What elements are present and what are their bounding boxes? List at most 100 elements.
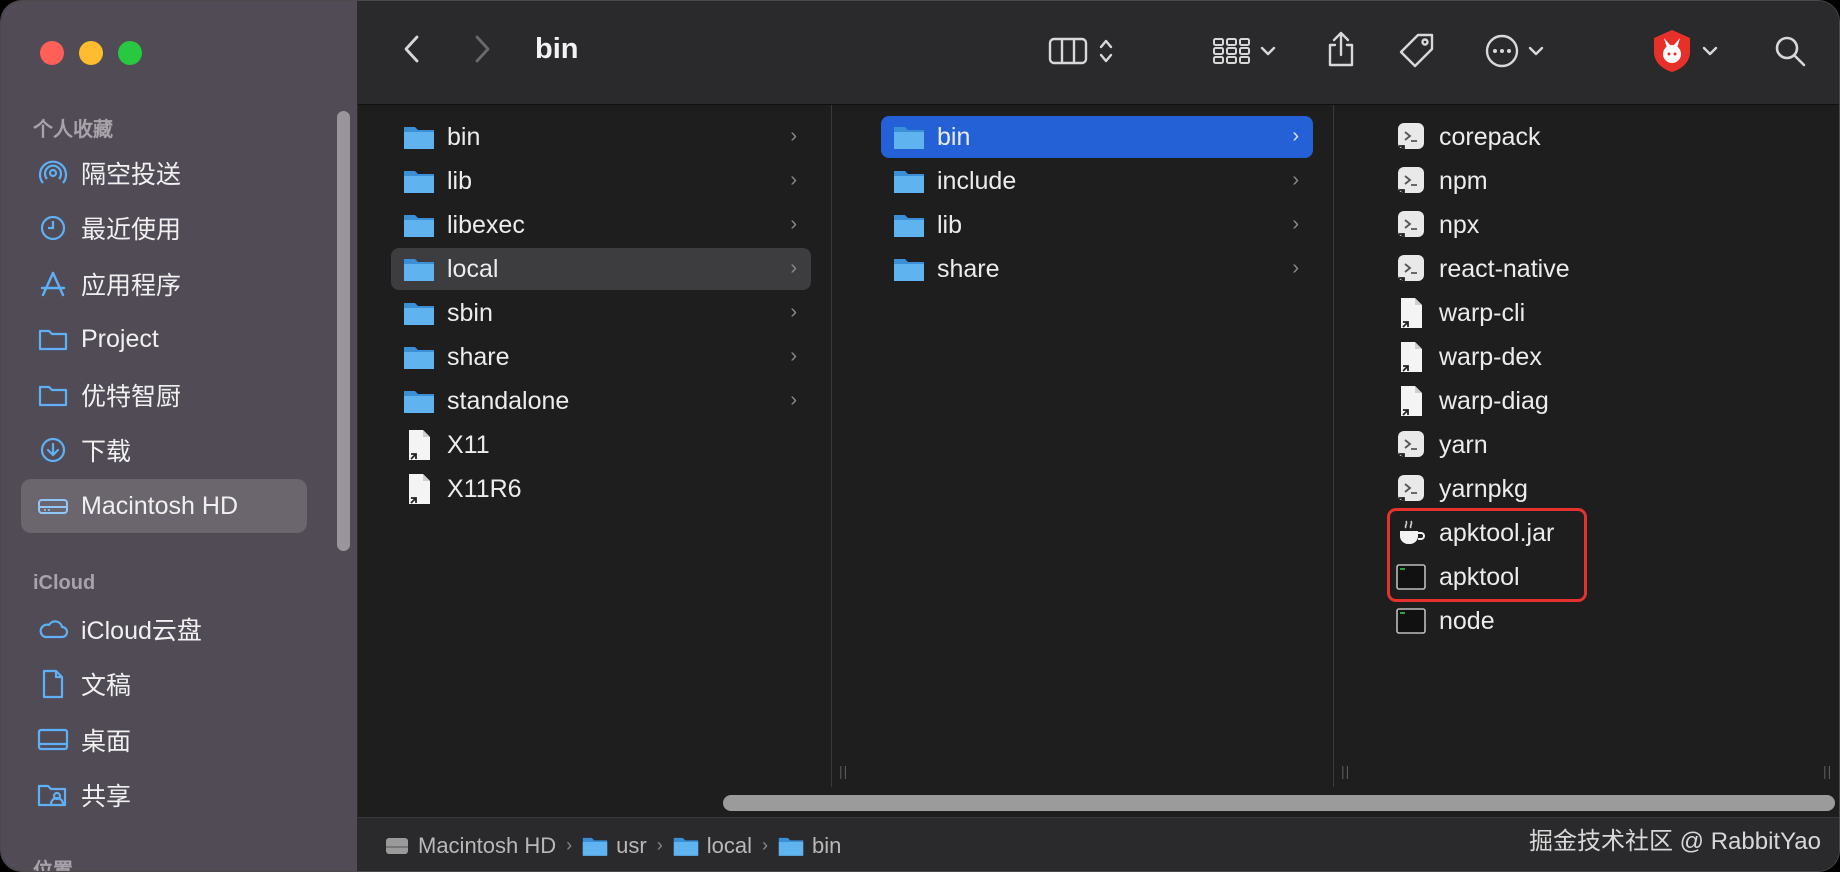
item-name: lib bbox=[447, 166, 473, 195]
path-crumb-usr[interactable]: usr bbox=[582, 833, 647, 859]
zoom-button[interactable] bbox=[118, 41, 142, 65]
list-item[interactable]: X11 bbox=[391, 424, 811, 466]
sidebar-item-label: 优特智厨 bbox=[81, 383, 182, 411]
sidebar-item-desktop[interactable]: 桌面 bbox=[21, 713, 307, 767]
item-name: corepack bbox=[1439, 122, 1541, 151]
sidebar-section-locations-header: 位置 bbox=[33, 860, 73, 872]
chevron-right-icon: › bbox=[761, 835, 768, 855]
column-1[interactable]: bin › lib › libexec › local › sbin › sha… bbox=[371, 105, 831, 787]
column-divider[interactable] bbox=[831, 105, 832, 787]
chevron-right-icon: › bbox=[1292, 169, 1299, 191]
view-mode-button[interactable] bbox=[1038, 33, 1124, 73]
item-name: local bbox=[447, 254, 499, 283]
toolbar: bin bbox=[358, 1, 1839, 105]
harddrive-icon bbox=[384, 834, 410, 858]
close-button[interactable] bbox=[40, 41, 64, 65]
list-item[interactable]: npm bbox=[1383, 160, 1813, 202]
item-name: include bbox=[937, 166, 1017, 195]
window-title: bin bbox=[535, 33, 579, 65]
chevron-left-icon bbox=[402, 34, 420, 69]
column-3[interactable]: corepack npm npx react-native warp-cli w… bbox=[1363, 105, 1839, 787]
tags-button[interactable] bbox=[1395, 31, 1439, 75]
sidebar: 个人收藏 隔空投送 最近使用 应用程序 Project 优特智厨 下载 Maci… bbox=[1, 1, 358, 872]
column-divider[interactable] bbox=[1333, 105, 1334, 787]
chevron-right-icon: › bbox=[790, 213, 797, 235]
sidebar-item-label: 最近使用 bbox=[81, 216, 182, 244]
list-item[interactable]: bin › bbox=[391, 116, 811, 158]
column-resize-handle[interactable]: || bbox=[839, 763, 848, 779]
sidebar-item-macintosh-hd[interactable]: Macintosh HD bbox=[21, 479, 307, 533]
forward-button[interactable] bbox=[468, 31, 498, 71]
sidebar-item-airdrop[interactable]: 隔空投送 bbox=[21, 146, 307, 200]
window-controls bbox=[40, 41, 142, 65]
item-name: node bbox=[1439, 606, 1495, 635]
group-button[interactable] bbox=[1206, 33, 1282, 73]
grid-icon bbox=[1212, 36, 1252, 71]
sidebar-item-shared[interactable]: 共享 bbox=[21, 768, 307, 822]
sidebar-item-label: 共享 bbox=[81, 783, 132, 811]
list-item[interactable]: warp-dex bbox=[1383, 336, 1813, 378]
sidebar-item-applications[interactable]: 应用程序 bbox=[21, 257, 307, 311]
column-resize-handle[interactable]: || bbox=[1341, 763, 1350, 779]
sidebar-item-project[interactable]: Project bbox=[21, 312, 307, 366]
list-item[interactable]: local › bbox=[391, 248, 811, 290]
list-item[interactable]: bin › bbox=[881, 116, 1313, 158]
script-alias-icon bbox=[1395, 473, 1427, 505]
list-item[interactable]: corepack bbox=[1383, 116, 1813, 158]
list-item[interactable]: yarn bbox=[1383, 424, 1813, 466]
search-icon bbox=[1772, 33, 1808, 74]
list-item[interactable]: react-native bbox=[1383, 248, 1813, 290]
sidebar-scrollbar[interactable] bbox=[337, 111, 350, 551]
minimize-button[interactable] bbox=[79, 41, 103, 65]
search-button[interactable] bbox=[1768, 31, 1812, 75]
list-item[interactable]: share › bbox=[881, 248, 1313, 290]
item-name: yarnpkg bbox=[1439, 474, 1528, 503]
list-item[interactable]: share › bbox=[391, 336, 811, 378]
share-button[interactable] bbox=[1321, 29, 1361, 73]
path-crumb-local[interactable]: local bbox=[673, 833, 752, 859]
item-name: bin bbox=[447, 122, 481, 151]
column-resize-handle[interactable]: || bbox=[1823, 763, 1832, 779]
path-crumb-bin[interactable]: bin bbox=[778, 833, 841, 859]
list-item[interactable]: npx bbox=[1383, 204, 1813, 246]
list-item[interactable]: lib › bbox=[391, 160, 811, 202]
folder-icon bbox=[893, 165, 925, 197]
chevron-right-icon: › bbox=[790, 345, 797, 367]
alias-file-icon bbox=[403, 429, 435, 461]
list-item[interactable]: X11R6 bbox=[391, 468, 811, 510]
path-crumb-macintosh-hd[interactable]: Macintosh HD bbox=[384, 833, 556, 859]
chevron-down-icon bbox=[1528, 44, 1544, 62]
back-button[interactable] bbox=[396, 31, 426, 71]
action-menu-button[interactable] bbox=[1476, 31, 1552, 75]
sidebar-section-favorites-header: 个人收藏 bbox=[33, 119, 113, 141]
sidebar-item-documents[interactable]: 文稿 bbox=[21, 657, 307, 711]
list-item[interactable]: sbin › bbox=[391, 292, 811, 334]
list-item[interactable]: node bbox=[1383, 600, 1813, 642]
alias-file-icon bbox=[1395, 341, 1427, 373]
sidebar-item-downloads[interactable]: 下载 bbox=[21, 423, 307, 477]
list-item[interactable]: warp-diag bbox=[1383, 380, 1813, 422]
extension-button[interactable] bbox=[1646, 29, 1722, 77]
sidebar-item-recents[interactable]: 最近使用 bbox=[21, 201, 307, 255]
list-item[interactable]: warp-cli bbox=[1383, 292, 1813, 334]
list-item[interactable]: include › bbox=[881, 160, 1313, 202]
folder-icon bbox=[403, 121, 435, 153]
sidebar-item-youtezhichu[interactable]: 优特智厨 bbox=[21, 368, 307, 422]
folder-icon bbox=[403, 253, 435, 285]
list-item[interactable]: standalone › bbox=[391, 380, 811, 422]
item-name: npm bbox=[1439, 166, 1488, 195]
script-alias-icon bbox=[1395, 429, 1427, 461]
horizontal-scrollbar[interactable] bbox=[723, 795, 1835, 811]
alias-file-icon bbox=[403, 473, 435, 505]
sidebar-item-label: Macintosh HD bbox=[81, 491, 238, 520]
column-view-icon bbox=[1048, 36, 1088, 71]
list-item[interactable]: lib › bbox=[881, 204, 1313, 246]
chevron-right-icon: › bbox=[790, 301, 797, 323]
folder-icon bbox=[37, 379, 69, 411]
sidebar-item-label: 桌面 bbox=[81, 728, 132, 756]
list-item[interactable]: libexec › bbox=[391, 204, 811, 246]
item-name: standalone bbox=[447, 386, 570, 415]
column-2[interactable]: bin › include › lib › share › bbox=[861, 105, 1333, 787]
sidebar-item-icloud-drive[interactable]: iCloud云盘 bbox=[21, 602, 307, 656]
list-item[interactable]: yarnpkg bbox=[1383, 468, 1813, 510]
